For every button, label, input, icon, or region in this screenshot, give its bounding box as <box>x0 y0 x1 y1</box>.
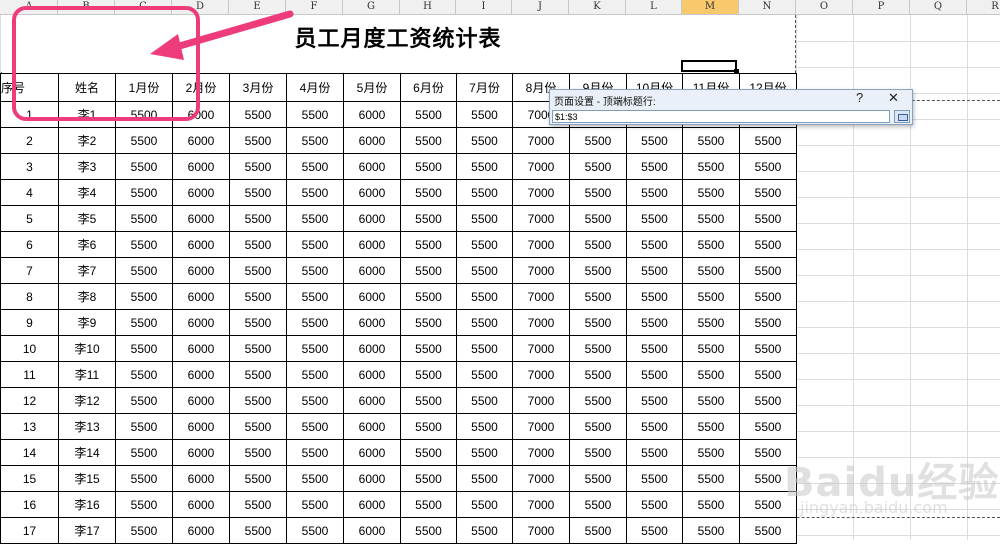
annotation-arrow <box>150 10 294 60</box>
